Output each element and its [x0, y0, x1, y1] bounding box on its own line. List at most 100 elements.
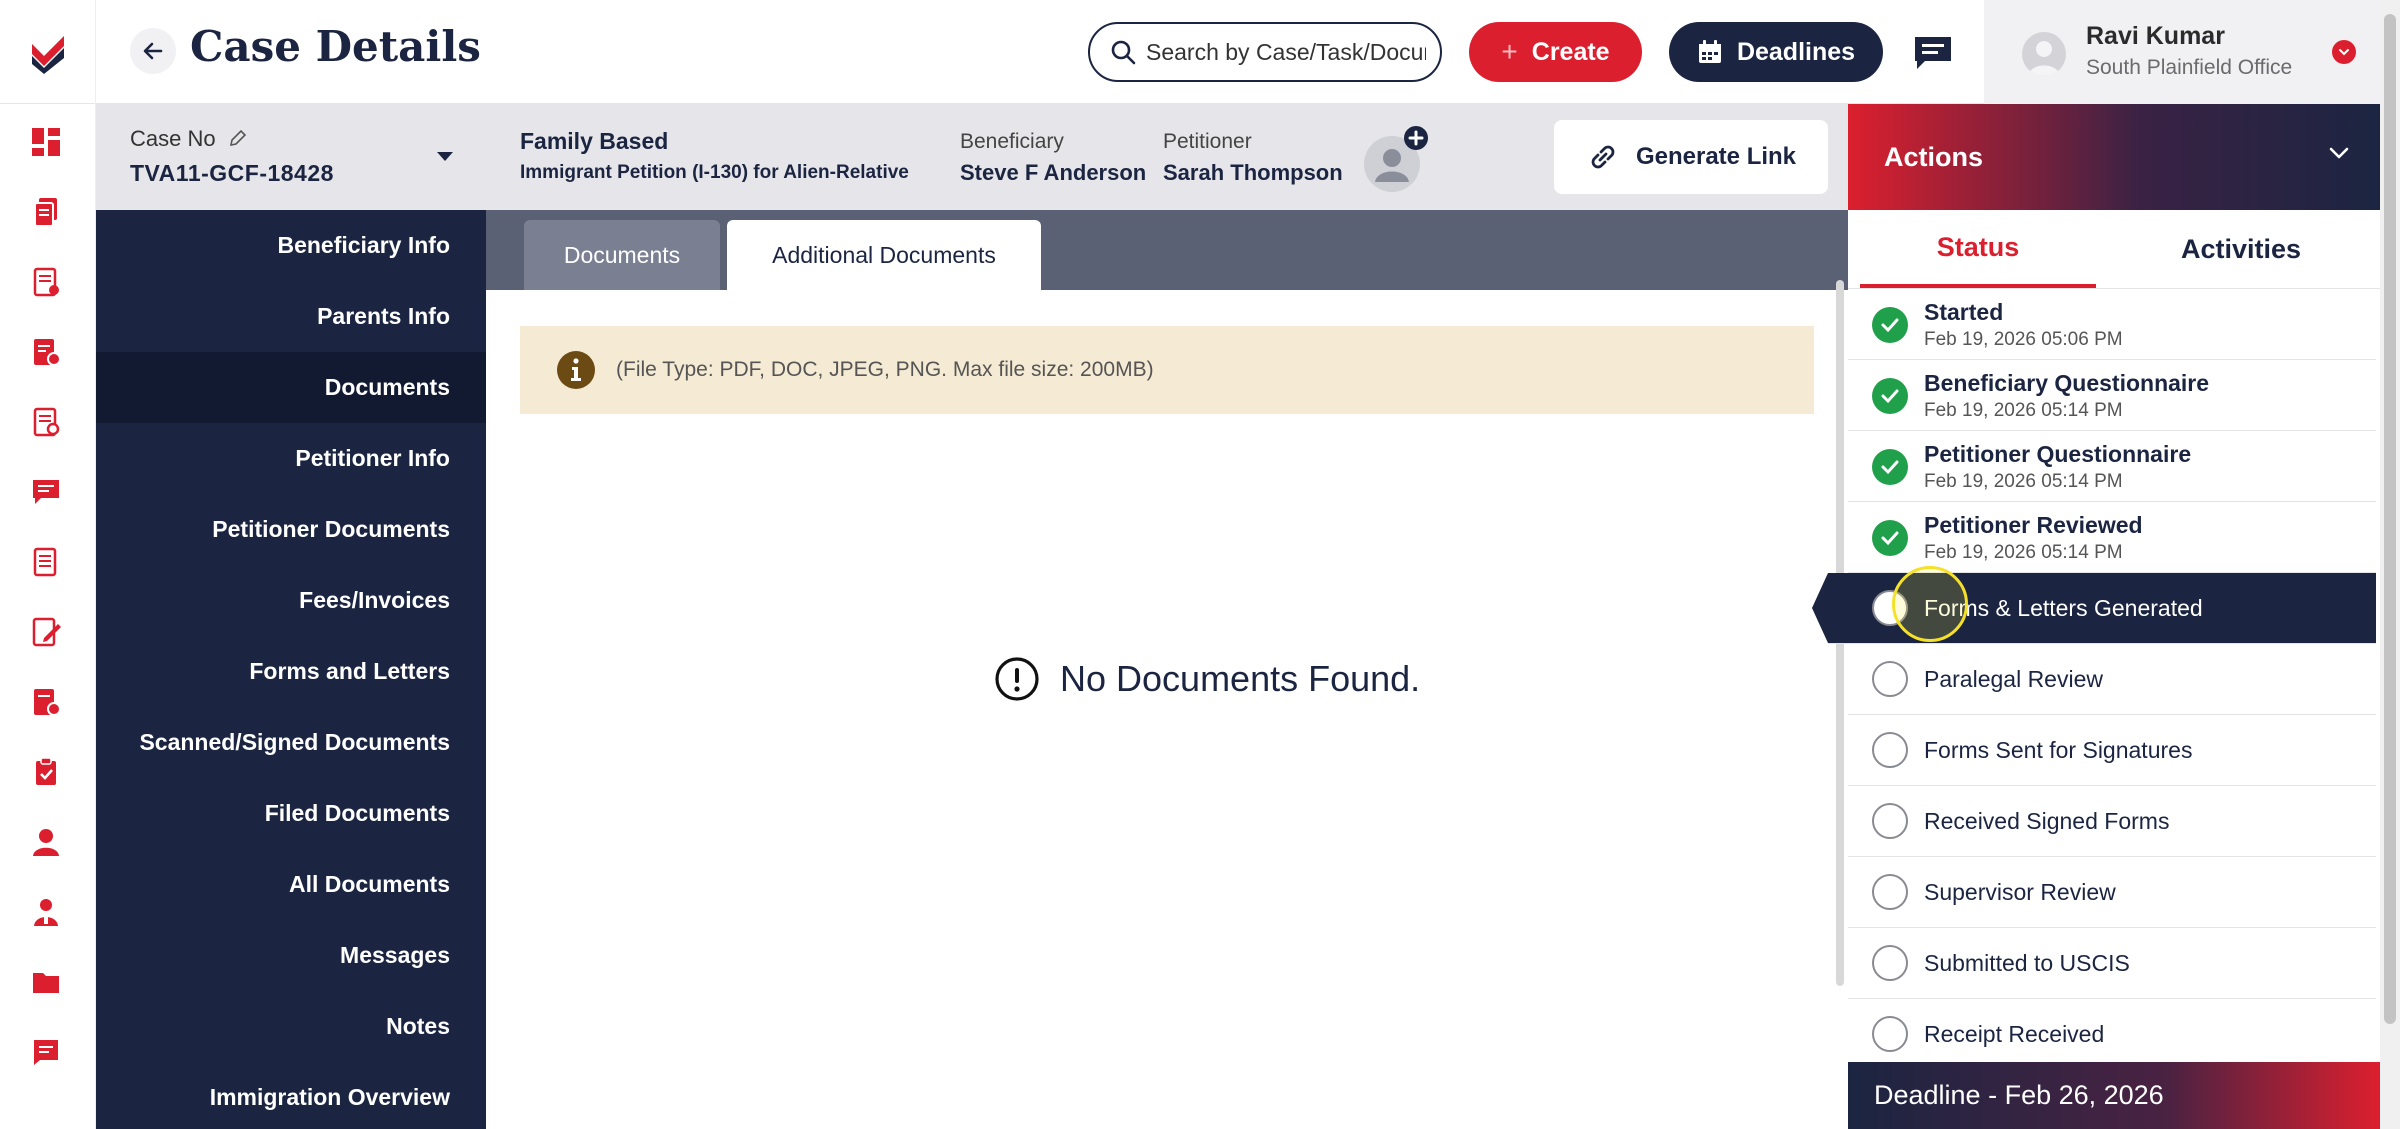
- actions-header[interactable]: Actions: [1848, 104, 2380, 210]
- nav-item-messages[interactable]: Messages: [96, 920, 486, 991]
- status-item-petitioner-reviewed[interactable]: Petitioner Reviewed Feb 19, 2026 05:14 P…: [1848, 502, 2376, 573]
- beneficiary-name: Steve F Anderson: [960, 160, 1147, 185]
- file-type-info-text: (File Type: PDF, DOC, JPEG, PNG. Max fil…: [616, 358, 1154, 381]
- page-scrollbar[interactable]: [2380, 0, 2400, 1129]
- nav-item-beneficiary-info[interactable]: Beneficiary Info: [96, 210, 486, 281]
- icon-rail: [0, 104, 96, 1129]
- check-circle-icon: [1872, 449, 1908, 485]
- alert-circle-icon: [995, 657, 1039, 701]
- nav-item-petitioner-documents[interactable]: Petitioner Documents: [96, 494, 486, 565]
- check-circle-icon: [1872, 378, 1908, 414]
- cases-icon[interactable]: [26, 192, 66, 232]
- nav-item-immigration-overview[interactable]: Immigration Overview: [96, 1062, 486, 1129]
- status-label: Received Signed Forms: [1924, 808, 2170, 834]
- user-menu[interactable]: Ravi Kumar South Plainfield Office: [1984, 0, 2380, 104]
- tab-documents[interactable]: Documents: [524, 220, 720, 290]
- nav-item-documents[interactable]: Documents: [96, 352, 486, 423]
- nav-item-petitioner-info[interactable]: Petitioner Info: [96, 423, 486, 494]
- team-icon[interactable]: [26, 892, 66, 932]
- status-label: Receipt Received: [1924, 1021, 2105, 1047]
- plus-icon: +: [1501, 36, 1518, 67]
- checklist-icon[interactable]: [26, 752, 66, 792]
- top-header: Case Details + Create Deadlines: [0, 0, 2400, 104]
- nav-item-filed-documents[interactable]: Filed Documents: [96, 778, 486, 849]
- chat-bubble-icon: [1915, 37, 1951, 69]
- arrow-left-icon: [143, 42, 163, 60]
- petition-type: Immigrant Petition (I-130) for Alien-Rel…: [520, 162, 909, 183]
- status-label: Started: [1924, 299, 2004, 325]
- link-icon: [1591, 145, 1615, 169]
- folder-icon[interactable]: [26, 962, 66, 1002]
- add-person-icon: [1364, 126, 1428, 192]
- nav-item-scanned-signed-documents[interactable]: Scanned/Signed Documents: [96, 707, 486, 778]
- create-button[interactable]: + Create: [1469, 22, 1642, 82]
- deadlines-button[interactable]: Deadlines: [1669, 22, 1883, 82]
- status-label: Submitted to USCIS: [1924, 950, 2130, 976]
- tab-status[interactable]: Status: [1860, 210, 2096, 288]
- logo-icon: [31, 36, 64, 74]
- empty-state-text: No Documents Found.: [1060, 658, 1421, 699]
- status-item-paralegal-review[interactable]: Paralegal Review: [1848, 644, 2376, 715]
- status-item-submitted-to-uscis[interactable]: Submitted to USCIS: [1848, 928, 2376, 999]
- file-type-info-banner: (File Type: PDF, DOC, JPEG, PNG. Max fil…: [520, 326, 1814, 414]
- generate-link-label: Generate Link: [1635, 143, 1797, 170]
- pencil-icon[interactable]: [228, 128, 248, 148]
- tab-activities[interactable]: Activities: [2116, 210, 2366, 288]
- status-label: Petitioner Reviewed: [1924, 512, 2143, 538]
- reports-icon[interactable]: [26, 682, 66, 722]
- status-item-beneficiary-questionnaire[interactable]: Beneficiary Questionnaire Feb 19, 2026 0…: [1848, 360, 2376, 431]
- messages-icon[interactable]: [26, 472, 66, 512]
- status-label: Beneficiary Questionnaire: [1924, 370, 2210, 396]
- dashboard-icon[interactable]: [26, 122, 66, 162]
- create-button-label: Create: [1531, 37, 1610, 66]
- status-item-started[interactable]: Started Feb 19, 2026 05:06 PM: [1848, 289, 2376, 360]
- tasks-icon[interactable]: [26, 262, 66, 302]
- case-switcher-toggle[interactable]: [436, 150, 454, 168]
- status-date: Feb 19, 2026 05:14 PM: [1924, 471, 2123, 492]
- status-item-supervisor-review[interactable]: Supervisor Review: [1848, 857, 2376, 928]
- case-category: Family Based: [520, 128, 669, 154]
- add-person-button[interactable]: [1362, 124, 1434, 196]
- case-number: TVA11-GCF-18428: [130, 160, 334, 186]
- search-input[interactable]: [1146, 38, 1426, 66]
- nav-item-notes[interactable]: Notes: [96, 991, 486, 1062]
- tab-additional-documents[interactable]: Additional Documents: [727, 220, 1041, 290]
- empty-circle-icon: [1872, 803, 1908, 839]
- forms-icon[interactable]: [26, 402, 66, 442]
- actions-title: Actions: [1884, 141, 1984, 172]
- documents-icon[interactable]: [26, 542, 66, 582]
- empty-circle-icon: [1872, 874, 1908, 910]
- status-date: Feb 19, 2026 05:14 PM: [1924, 400, 2123, 421]
- case-no-label-text: Case No: [130, 126, 216, 151]
- status-item-forms-letters-generated[interactable]: Forms & Letters Generated: [1812, 573, 2376, 644]
- deadline-banner: Deadline - Feb 26, 2026: [1848, 1062, 2380, 1129]
- nav-item-all-documents[interactable]: All Documents: [96, 849, 486, 920]
- messages-button[interactable]: [1908, 30, 1958, 76]
- notes-icon[interactable]: [26, 612, 66, 652]
- generate-link-button[interactable]: Generate Link: [1554, 120, 1828, 194]
- case-summary-bar: Case No TVA11-GCF-18428 Family Based Imm…: [96, 104, 1848, 210]
- nav-item-fees-invoices[interactable]: Fees/Invoices: [96, 565, 486, 636]
- app-logo[interactable]: [0, 0, 96, 104]
- page-scrollbar-thumb[interactable]: [2384, 14, 2396, 1024]
- back-button[interactable]: [130, 28, 176, 74]
- empty-circle-icon: [1872, 945, 1908, 981]
- status-item-petitioner-questionnaire[interactable]: Petitioner Questionnaire Feb 19, 2026 05…: [1848, 431, 2376, 502]
- chevron-down-icon[interactable]: [2328, 146, 2350, 160]
- user-icon[interactable]: [26, 822, 66, 862]
- status-item-forms-sent-for-signatures[interactable]: Forms Sent for Signatures: [1848, 715, 2376, 786]
- user-menu-toggle[interactable]: [2332, 40, 2356, 64]
- nav-item-parents-info[interactable]: Parents Info: [96, 281, 486, 352]
- current-step-marker: [1812, 573, 1828, 643]
- invoices-icon[interactable]: [26, 332, 66, 372]
- empty-state: No Documents Found.: [994, 656, 1420, 702]
- chat-icon[interactable]: [26, 1032, 66, 1072]
- caret-down-icon: [437, 152, 453, 161]
- nav-item-forms-and-letters[interactable]: Forms and Letters: [96, 636, 486, 707]
- search-icon: [1111, 40, 1136, 65]
- search-box[interactable]: [1088, 22, 1442, 82]
- status-item-receipt-received[interactable]: Receipt Received: [1848, 999, 2376, 1070]
- petitioner-label: Petitioner: [1163, 130, 1252, 153]
- status-timeline: Started Feb 19, 2026 05:06 PM Beneficiar…: [1812, 288, 2380, 1129]
- status-item-received-signed-forms[interactable]: Received Signed Forms: [1848, 786, 2376, 857]
